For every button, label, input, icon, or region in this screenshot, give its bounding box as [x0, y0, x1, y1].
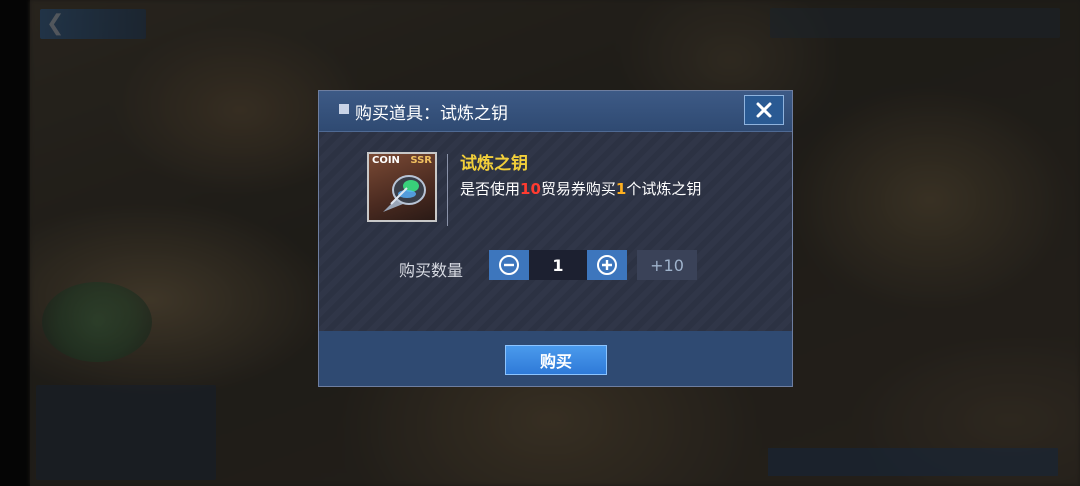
add-ten-button[interactable]: +10 — [637, 250, 697, 280]
purchase-count: 1 — [615, 180, 627, 198]
dialog-title: 购买道具：试炼之钥 — [355, 104, 508, 124]
cost-amount: 10 — [520, 180, 541, 198]
plus-circle-icon — [597, 255, 617, 275]
minus-circle-icon — [499, 255, 519, 275]
purchase-dialog: 购买道具：试炼之钥 COIN SSR 试炼之钥 是否使用10贸易券购买1个试炼之… — [318, 90, 793, 387]
item-icon-card: COIN SSR — [367, 152, 437, 222]
desc-prefix: 是否使用 — [460, 180, 521, 198]
close-icon — [756, 102, 772, 118]
trial-key-icon — [383, 175, 426, 212]
buy-button[interactable]: 购买 — [505, 345, 607, 375]
item-name: 试炼之钥 — [460, 154, 528, 174]
close-button[interactable] — [744, 95, 784, 125]
purchase-description: 是否使用10贸易券购买1个试炼之钥 — [460, 178, 701, 199]
dialog-body: COIN SSR 试炼之钥 是否使用10贸易券购买1个试炼之钥 购买数量 1 +… — [319, 132, 792, 331]
increase-quantity-button[interactable] — [587, 250, 627, 280]
coin-badge: COIN — [372, 155, 400, 166]
desc-mid: 贸易券购买 — [540, 180, 616, 198]
decrease-quantity-button[interactable] — [489, 250, 529, 280]
dialog-header: 购买道具：试炼之钥 — [319, 91, 792, 132]
quantity-label: 购买数量 — [399, 261, 464, 280]
dialog-footer: 购买 — [319, 331, 792, 386]
rarity-badge: SSR — [410, 155, 432, 166]
title-square-icon — [339, 104, 349, 114]
quantity-value[interactable]: 1 — [529, 250, 587, 280]
vertical-divider — [447, 154, 448, 226]
desc-suffix: 个试炼之钥 — [626, 180, 702, 198]
